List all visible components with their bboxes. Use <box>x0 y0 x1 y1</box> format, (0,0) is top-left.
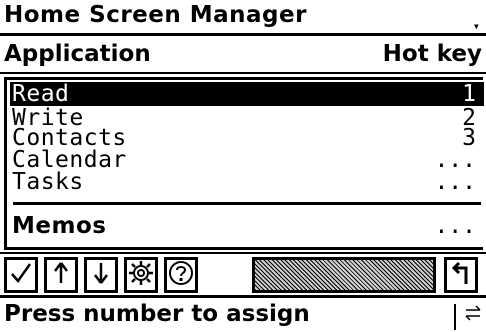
column-application: Application <box>4 41 151 67</box>
status-text: Press number to assign <box>4 301 310 327</box>
application-list: Read 1 Write 2 Contacts 3 Calendar ... T… <box>4 77 484 250</box>
list-item-name: Memos <box>12 213 107 239</box>
down-arrow-icon <box>91 261 111 289</box>
move-up-button[interactable] <box>44 257 78 293</box>
up-arrow-icon <box>51 261 71 289</box>
confirm-button[interactable] <box>4 257 38 293</box>
column-header: Application Hot key <box>0 36 486 74</box>
title-bar[interactable]: Home Screen Manager ▾ <box>0 0 486 36</box>
check-icon <box>9 261 33 289</box>
list-separator <box>13 202 481 205</box>
list-item-tasks[interactable]: Tasks ... <box>10 169 484 195</box>
list-item-hotkey: ... <box>434 169 476 195</box>
list-item-hotkey: 1 <box>462 81 476 107</box>
list-item-memos[interactable]: Memos ... <box>10 213 484 239</box>
help-icon <box>168 260 194 290</box>
input-mode-icon[interactable] <box>464 304 482 325</box>
toolbar <box>0 252 486 298</box>
back-icon <box>449 260 473 290</box>
window-title: Home Screen Manager <box>4 2 307 28</box>
dropdown-arrow-icon[interactable]: ▾ <box>473 20 480 32</box>
toolbar-filler <box>252 257 436 293</box>
settings-button[interactable] <box>124 257 158 293</box>
list-item-name: Tasks <box>12 169 84 195</box>
move-down-button[interactable] <box>84 257 118 293</box>
status-divider <box>454 304 456 330</box>
list-item-name: Read <box>12 81 70 107</box>
status-bar: Press number to assign <box>0 298 486 332</box>
list-item-read[interactable]: Read 1 <box>10 81 484 107</box>
help-button[interactable] <box>164 257 198 293</box>
back-button[interactable] <box>444 257 478 293</box>
list-item-hotkey: ... <box>434 213 476 239</box>
column-hotkey: Hot key <box>382 41 482 67</box>
settings-gear-icon <box>128 260 154 290</box>
